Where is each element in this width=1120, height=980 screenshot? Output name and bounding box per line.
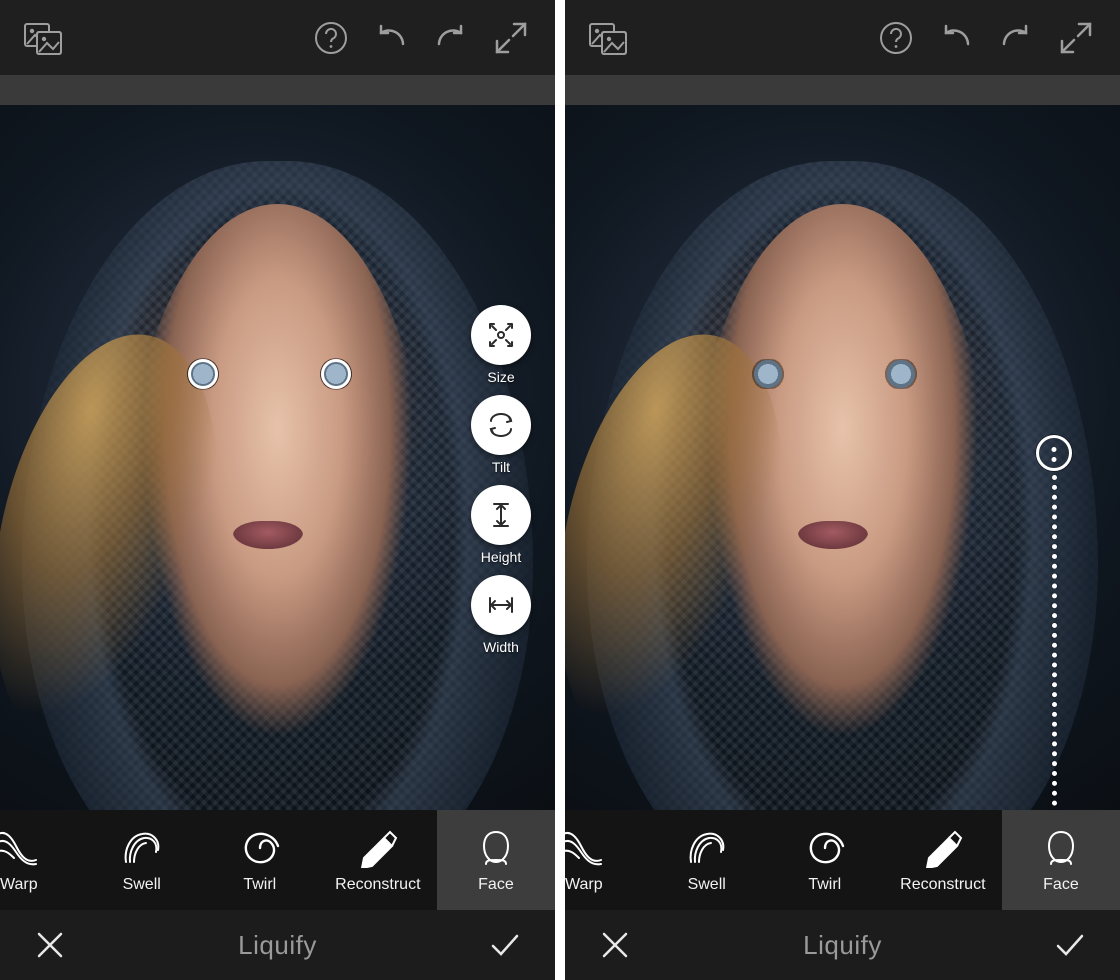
tool-twirl-label: Twirl: [243, 876, 276, 894]
face-option-size-label: Size: [487, 369, 514, 385]
photo-placeholder-eye-right: [876, 359, 926, 389]
twirl-icon: [236, 826, 284, 870]
face-option-width: Width: [471, 575, 531, 655]
tool-reconstruct-label: Reconstruct: [335, 876, 420, 894]
tool-warp[interactable]: Warp: [0, 810, 83, 910]
image-canvas[interactable]: [565, 105, 1120, 810]
compare-icon[interactable]: [20, 14, 68, 62]
face-icon: [472, 826, 520, 870]
face-option-height: Height: [471, 485, 531, 565]
tool-swell[interactable]: Swell: [648, 810, 766, 910]
top-toolbar: [565, 0, 1120, 75]
tool-reconstruct[interactable]: Reconstruct: [884, 810, 1002, 910]
face-option-tilt: Tilt: [471, 395, 531, 475]
tool-warp[interactable]: Warp: [565, 810, 648, 910]
face-option-height-label: Height: [481, 549, 521, 565]
tool-warp-label: Warp: [565, 876, 603, 894]
twirl-icon: [801, 826, 849, 870]
face-option-width-button[interactable]: [471, 575, 531, 635]
top-toolbar: [0, 0, 555, 75]
action-bar: Liquify: [565, 910, 1120, 980]
eye-marker-left[interactable]: [188, 359, 218, 389]
tool-swell-label: Swell: [688, 876, 726, 894]
expand-icon[interactable]: [487, 14, 535, 62]
tool-twirl-label: Twirl: [808, 876, 841, 894]
warp-icon: [0, 826, 42, 870]
tool-twirl[interactable]: Twirl: [201, 810, 319, 910]
image-canvas[interactable]: Size Tilt: [0, 105, 555, 810]
face-icon: [1037, 826, 1085, 870]
accept-button[interactable]: [483, 923, 527, 967]
expand-icon[interactable]: [1052, 14, 1100, 62]
tool-face-label: Face: [478, 876, 514, 894]
photo-placeholder-eye-left: [743, 359, 793, 389]
face-option-height-button[interactable]: [471, 485, 531, 545]
tool-face[interactable]: Face: [437, 810, 555, 910]
liquify-tool-row: Warp Swell Twirl: [565, 810, 1120, 910]
action-bar: Liquify: [0, 910, 555, 980]
sub-toolbar-strip: [565, 75, 1120, 105]
warp-icon: [565, 826, 607, 870]
slider-track: [1052, 475, 1057, 810]
screen-1: Size Tilt: [0, 0, 555, 980]
help-icon[interactable]: [307, 14, 355, 62]
liquify-tool-row: Warp Swell Twirl: [0, 810, 555, 910]
face-option-tilt-label: Tilt: [492, 459, 510, 475]
photo-placeholder-lips: [798, 521, 868, 549]
vertical-slider[interactable]: [1034, 435, 1074, 810]
face-option-width-label: Width: [483, 639, 519, 655]
tool-warp-label: Warp: [0, 876, 38, 894]
tool-swell[interactable]: Swell: [83, 810, 201, 910]
tool-twirl[interactable]: Twirl: [766, 810, 884, 910]
tool-reconstruct[interactable]: Reconstruct: [319, 810, 437, 910]
tool-face[interactable]: Face: [1002, 810, 1120, 910]
eye-marker-right[interactable]: [321, 359, 351, 389]
sub-toolbar-strip: [0, 75, 555, 105]
redo-icon[interactable]: [992, 14, 1040, 62]
face-option-size-button[interactable]: [471, 305, 531, 365]
mode-title: Liquify: [238, 930, 317, 961]
undo-icon[interactable]: [932, 14, 980, 62]
tool-swell-label: Swell: [123, 876, 161, 894]
help-icon[interactable]: [872, 14, 920, 62]
face-option-size: Size: [471, 305, 531, 385]
reconstruct-icon: [919, 826, 967, 870]
accept-button[interactable]: [1048, 923, 1092, 967]
face-option-tilt-button[interactable]: [471, 395, 531, 455]
slider-handle[interactable]: [1036, 435, 1072, 471]
screen-2: Warp Swell Twirl: [565, 0, 1120, 980]
undo-icon[interactable]: [367, 14, 415, 62]
mode-title: Liquify: [803, 930, 882, 961]
photo-placeholder-lips: [233, 521, 303, 549]
reconstruct-icon: [354, 826, 402, 870]
swell-icon: [683, 826, 731, 870]
cancel-button[interactable]: [593, 923, 637, 967]
face-option-list: Size Tilt: [471, 305, 531, 655]
compare-icon[interactable]: [585, 14, 633, 62]
swell-icon: [118, 826, 166, 870]
cancel-button[interactable]: [28, 923, 72, 967]
redo-icon[interactable]: [427, 14, 475, 62]
tool-reconstruct-label: Reconstruct: [900, 876, 985, 894]
tool-face-label: Face: [1043, 876, 1079, 894]
